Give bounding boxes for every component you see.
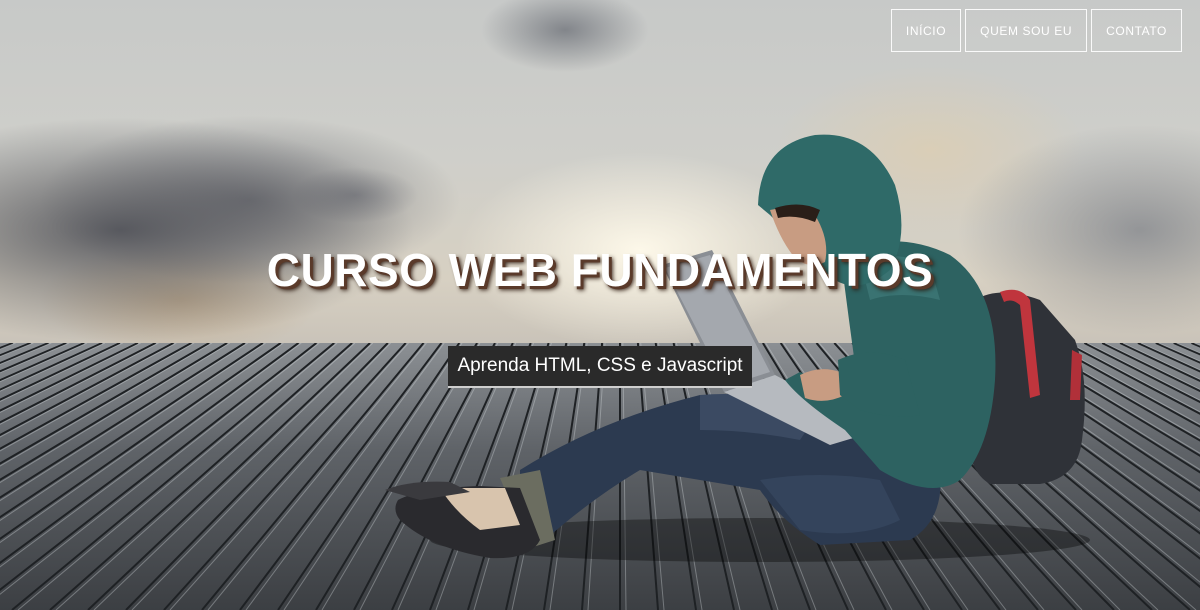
hero-section: INÍCIO QUEM SOU EU CONTATO CURSO WEB FUN… — [0, 0, 1200, 610]
student-with-laptop-image — [385, 134, 1090, 562]
main-nav: INÍCIO QUEM SOU EU CONTATO — [890, 9, 1182, 52]
hero-subtitle: Aprenda HTML, CSS e Javascript — [448, 346, 752, 388]
hero-subtitle-container: Aprenda HTML, CSS e Javascript — [0, 346, 1200, 388]
nav-quem-sou-eu-button[interactable]: QUEM SOU EU — [965, 9, 1088, 52]
nav-inicio-button[interactable]: INÍCIO — [890, 9, 962, 52]
hero-title: CURSO WEB FUNDAMENTOS — [266, 244, 934, 296]
nav-contato-button[interactable]: CONTATO — [1091, 9, 1182, 52]
